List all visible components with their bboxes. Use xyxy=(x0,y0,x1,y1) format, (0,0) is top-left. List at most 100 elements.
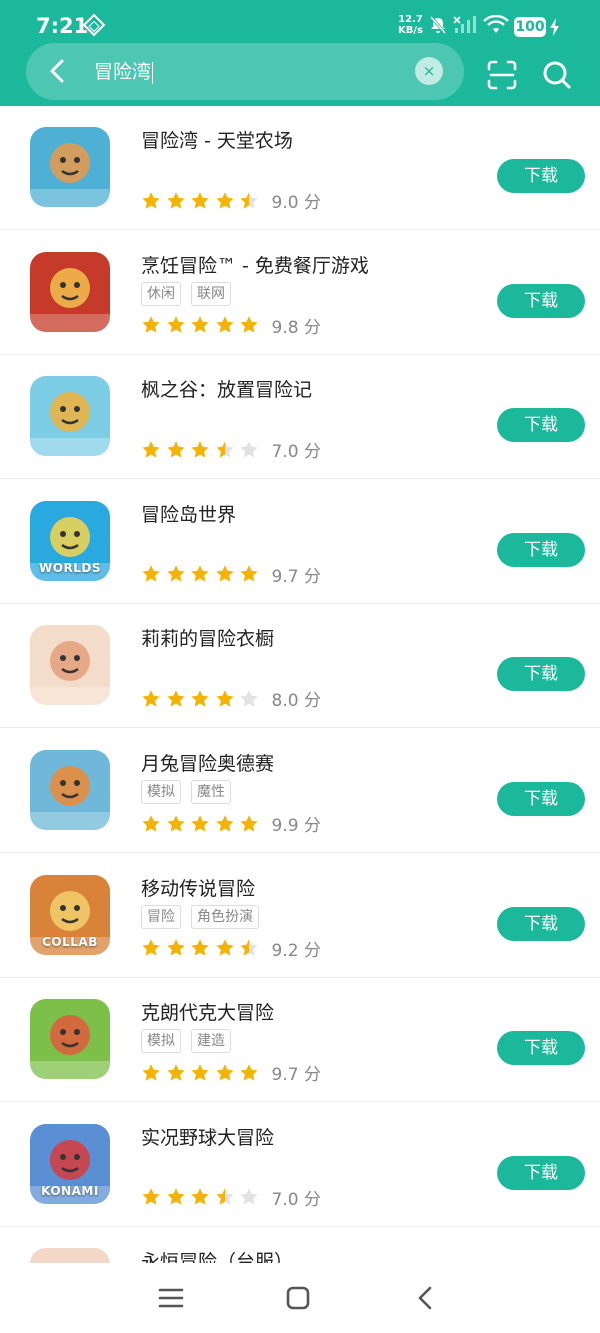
list-item[interactable]: COLLAB 移动传说冒险 冒险 角色扮演 9.2 分 下载 xyxy=(0,854,600,978)
app-score: 9.7 分 xyxy=(271,566,321,587)
app-icon[interactable]: KONAMI xyxy=(30,1123,110,1204)
app-icon[interactable]: COLLAB xyxy=(30,874,110,955)
download-button[interactable]: 下载 xyxy=(497,657,585,692)
list-item[interactable]: KONAMI 实况野球大冒险 7.0 分 下载 xyxy=(0,1103,600,1227)
star-icon xyxy=(215,1188,234,1205)
app-name[interactable]: 冒险岛世界 xyxy=(141,500,236,527)
search-results-list[interactable]: 冒险湾 - 天堂农场 9.0 分下载 烹饪冒险™ - 免费餐厅游戏 休闲 联网 9.8 分… xyxy=(0,106,600,1263)
app-tag: 休闲 xyxy=(141,281,181,306)
star-icon xyxy=(240,191,258,209)
app-icon-logo-text: WORLDS xyxy=(39,560,101,575)
search-icon[interactable] xyxy=(541,59,573,91)
app-name[interactable]: 移动传说冒险 xyxy=(141,874,255,901)
star-icon xyxy=(191,690,209,707)
list-item[interactable]: 永恒冒险（台服） xyxy=(0,1227,600,1263)
app-icon[interactable] xyxy=(30,750,110,830)
chevron-left-icon[interactable] xyxy=(42,55,74,87)
app-icon[interactable]: WORLDS xyxy=(30,500,110,581)
app-name[interactable]: 实况野球大冒险 xyxy=(141,1123,274,1150)
app-icon-artwork xyxy=(30,1248,110,1263)
app-score: 9.8 分 xyxy=(271,317,321,338)
app-icon-logo-text: COLLAB xyxy=(42,934,98,949)
download-button[interactable]: 下载 xyxy=(497,408,585,443)
star-icon xyxy=(191,1063,209,1081)
app-rating: 9.8 分 xyxy=(141,313,321,338)
app-name[interactable]: 克朗代克大冒险 xyxy=(141,998,274,1025)
app-name[interactable]: 月兔冒险奥德赛 xyxy=(141,749,274,776)
close-icon[interactable]: × xyxy=(415,57,443,85)
star-icon xyxy=(191,1188,209,1205)
app-icon[interactable] xyxy=(30,1248,110,1263)
charging-icon xyxy=(550,18,559,36)
star-icon xyxy=(166,191,185,209)
app-icon[interactable] xyxy=(30,999,110,1080)
mute-icon xyxy=(429,16,447,34)
back-icon[interactable] xyxy=(411,1283,441,1313)
app-rating: 9.2 分 xyxy=(141,936,321,961)
star-icon xyxy=(142,440,160,458)
scan-icon[interactable] xyxy=(487,60,517,90)
star-icon xyxy=(240,565,258,582)
app-icon[interactable] xyxy=(30,251,110,332)
download-button[interactable]: 下载 xyxy=(497,283,585,318)
app-name[interactable]: 莉莉的冒险衣橱 xyxy=(141,624,274,651)
app-icon-artwork xyxy=(30,143,110,207)
app-score: 9.7 分 xyxy=(271,1065,321,1086)
app-tags: 模拟 建造 xyxy=(141,1029,231,1054)
app-tag: 魔性 xyxy=(191,780,231,804)
download-button[interactable]: 下载 xyxy=(497,1031,585,1066)
list-item[interactable]: WORLDS 冒险岛世界 9.7 分 下载 xyxy=(0,480,600,604)
text-cursor xyxy=(152,61,154,84)
app-name[interactable]: 永恒冒险（台服） xyxy=(141,1247,293,1263)
menu-icon[interactable] xyxy=(156,1283,186,1313)
search-input[interactable]: 冒险湾 xyxy=(94,58,154,86)
list-item[interactable]: 冒险湾 - 天堂农场 9.0 分 下载 xyxy=(0,106,600,230)
network-speed: 12.7 KB/s xyxy=(398,14,423,36)
star-icon xyxy=(166,939,185,956)
app-icon-artwork xyxy=(30,641,110,706)
download-button[interactable]: 下载 xyxy=(497,532,585,567)
app-icon[interactable] xyxy=(30,625,110,706)
download-button[interactable]: 下载 xyxy=(497,1155,585,1190)
list-item[interactable]: 枫之谷：放置冒险记 7.0 分 下载 xyxy=(0,355,600,480)
star-icon xyxy=(142,565,160,582)
app-tags: 冒险 角色扮演 xyxy=(141,904,259,929)
star-icon xyxy=(166,565,185,582)
star-icon xyxy=(166,316,185,333)
star-icon xyxy=(142,191,160,209)
app-rating: 9.0 分 xyxy=(141,188,321,213)
app-rating: 8.0 分 xyxy=(141,686,321,711)
app-rating: 9.7 分 xyxy=(141,1060,321,1085)
app-name[interactable]: 烹饪冒险™ - 免费餐厅游戏 xyxy=(141,251,369,278)
app-name[interactable]: 冒险湾 - 天堂农场 xyxy=(141,126,293,153)
app-tag: 模拟 xyxy=(141,780,181,804)
list-item[interactable]: 月兔冒险奥德赛 模拟 魔性 9.9 分 下载 xyxy=(0,729,600,853)
star-icon xyxy=(166,1188,185,1205)
download-button[interactable]: 下载 xyxy=(497,159,585,193)
app-icon-artwork xyxy=(30,392,110,457)
app-icon[interactable] xyxy=(30,376,110,457)
star-icon xyxy=(240,690,258,707)
star-icon xyxy=(215,316,234,333)
star-icon xyxy=(240,939,258,956)
star-icon xyxy=(191,565,209,582)
app-icon[interactable] xyxy=(30,127,110,207)
star-icon xyxy=(240,1063,258,1081)
app-tag: 建造 xyxy=(191,1029,231,1054)
list-item[interactable]: 克朗代克大冒险 模拟 建造 9.7 分 下载 xyxy=(0,978,600,1103)
app-score: 9.9 分 xyxy=(271,816,321,836)
download-button[interactable]: 下载 xyxy=(497,782,585,816)
star-icon xyxy=(215,690,234,707)
download-button[interactable]: 下载 xyxy=(497,906,585,941)
star-icon xyxy=(191,440,209,458)
star-icon xyxy=(166,814,185,832)
app-name[interactable]: 枫之谷：放置冒险记 xyxy=(141,375,312,402)
star-icon xyxy=(240,814,258,832)
star-icon xyxy=(215,191,234,209)
list-item[interactable]: 莉莉的冒险衣橱 8.0 分 下载 xyxy=(0,604,600,729)
star-icon xyxy=(191,939,209,956)
star-icon xyxy=(240,316,258,333)
signal-icon xyxy=(453,16,476,33)
home-icon[interactable] xyxy=(283,1283,313,1313)
list-item[interactable]: 烹饪冒险™ - 免费餐厅游戏 休闲 联网 9.8 分 下载 xyxy=(0,231,600,355)
